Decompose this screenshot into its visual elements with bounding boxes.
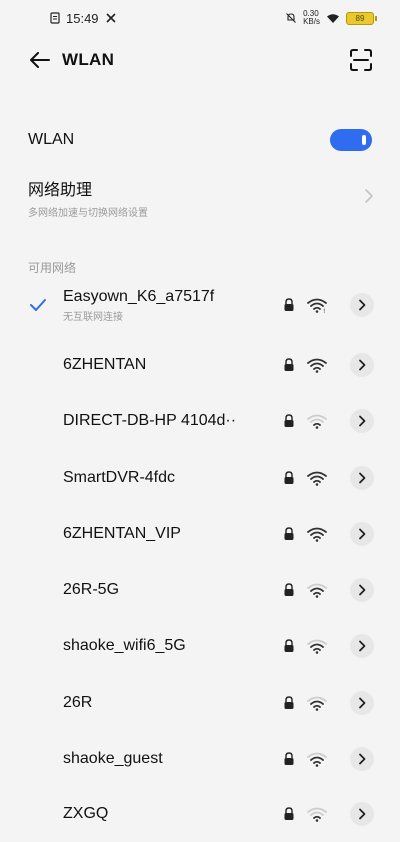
wifi-signal-icon xyxy=(307,639,327,654)
network-assistant-title: 网络助理 xyxy=(28,181,93,199)
wifi-signal-icon xyxy=(307,696,327,711)
lock-icon xyxy=(284,414,294,427)
wifi-signal-icon xyxy=(307,358,327,373)
wlan-label: WLAN xyxy=(28,131,75,148)
scan-icon xyxy=(350,49,372,71)
lock-icon xyxy=(284,807,294,820)
network-details-button[interactable] xyxy=(350,409,374,433)
page-header: WLAN xyxy=(0,38,400,82)
network-item[interactable]: SmartDVR-4fdc xyxy=(0,450,400,506)
network-details-button[interactable] xyxy=(350,802,374,826)
network-name: DIRECT-DB-HP 4104d·· xyxy=(63,412,237,429)
network-item[interactable]: ZXGQ xyxy=(0,786,400,842)
wifi-signal-icon xyxy=(307,471,327,486)
chevron-right-icon xyxy=(359,299,366,311)
wlan-toggle[interactable] xyxy=(330,129,372,151)
chevron-right-icon xyxy=(359,584,366,596)
network-name: shaoke_guest xyxy=(63,750,163,767)
network-item[interactable]: Easyown_K6_a7517f 无互联网连接 ! xyxy=(0,277,400,333)
chevron-right-icon xyxy=(359,640,366,652)
network-name: 26R xyxy=(63,694,93,711)
lock-icon xyxy=(284,298,294,311)
page-title: WLAN xyxy=(62,50,115,69)
network-name: SmartDVR-4fdc xyxy=(63,469,176,486)
lock-icon xyxy=(284,752,294,765)
wifi-signal-icon xyxy=(307,752,327,767)
chevron-right-icon xyxy=(359,359,366,371)
status-right: 0.30 KB/s 89 xyxy=(285,10,400,26)
network-assistant-row[interactable]: 网络助理 多网络加速与切换网络设置 xyxy=(0,172,400,222)
toggle-knob xyxy=(362,135,366,145)
net-speed: 0.30 KB/s xyxy=(303,9,320,26)
chevron-right-icon xyxy=(365,189,373,203)
battery-icon: 89 xyxy=(346,11,377,25)
battery-level: 89 xyxy=(355,13,365,23)
back-button[interactable] xyxy=(28,48,52,72)
mute-icon xyxy=(286,13,296,23)
scan-button[interactable] xyxy=(348,47,374,73)
check-icon xyxy=(30,299,46,311)
network-item[interactable]: 26R-5G xyxy=(0,562,400,618)
wifi-signal-icon xyxy=(307,807,327,822)
network-name: 26R-5G xyxy=(63,581,120,598)
status-bar: 15:49 0.30 KB/s 89 xyxy=(0,0,400,36)
lock-icon xyxy=(284,527,294,540)
status-left: 15:49 xyxy=(0,11,117,26)
network-details-button[interactable] xyxy=(350,747,374,771)
wifi-status-icon xyxy=(327,13,339,23)
wifi-signal-icon xyxy=(307,414,327,429)
wifi-signal-icon xyxy=(307,527,327,542)
chevron-right-icon xyxy=(359,415,366,427)
network-item[interactable]: shaoke_guest xyxy=(0,731,400,787)
network-details-button[interactable] xyxy=(350,353,374,377)
network-item[interactable]: shaoke_wifi6_5G xyxy=(0,618,400,674)
chevron-right-icon xyxy=(359,753,366,765)
network-name: shaoke_wifi6_5G xyxy=(63,637,186,654)
network-details-button[interactable] xyxy=(350,691,374,715)
network-assistant-subtitle: 多网络加速与切换网络设置 xyxy=(28,207,148,219)
lock-icon xyxy=(284,583,294,596)
network-item[interactable]: 6ZHENTAN_VIP xyxy=(0,506,400,562)
network-details-button[interactable] xyxy=(350,634,374,658)
network-name: Easyown_K6_a7517f xyxy=(63,287,215,305)
chevron-right-icon xyxy=(359,472,366,484)
lock-icon xyxy=(284,639,294,652)
network-item[interactable]: 6ZHENTAN xyxy=(0,337,400,393)
network-details-button[interactable] xyxy=(350,293,374,317)
network-details-button[interactable] xyxy=(350,522,374,546)
back-arrow-icon xyxy=(30,52,50,68)
status-time: 15:49 xyxy=(66,10,99,26)
lock-icon xyxy=(284,696,294,709)
svg-text:!: ! xyxy=(323,308,325,313)
document-icon xyxy=(50,12,60,24)
lock-icon xyxy=(284,471,294,484)
wlan-toggle-row[interactable]: WLAN xyxy=(0,120,400,160)
chevron-right-icon xyxy=(359,697,366,709)
wifi-signal-icon xyxy=(307,583,327,598)
network-item[interactable]: DIRECT-DB-HP 4104d·· xyxy=(0,393,400,449)
chevron-right-icon xyxy=(359,528,366,540)
network-details-button[interactable] xyxy=(350,578,374,602)
chevron-right-icon xyxy=(359,808,366,820)
lock-icon xyxy=(284,358,294,371)
network-item[interactable]: 26R xyxy=(0,675,400,731)
network-name: ZXGQ xyxy=(63,805,109,822)
tools-icon xyxy=(105,13,116,23)
available-networks-label: 可用网络 xyxy=(28,261,77,275)
network-status: 无互联网连接 xyxy=(63,311,123,323)
network-name: 6ZHENTAN_VIP xyxy=(63,525,181,542)
network-details-button[interactable] xyxy=(350,466,374,490)
network-name: 6ZHENTAN xyxy=(63,356,147,373)
wifi-signal-icon: ! xyxy=(307,298,327,313)
